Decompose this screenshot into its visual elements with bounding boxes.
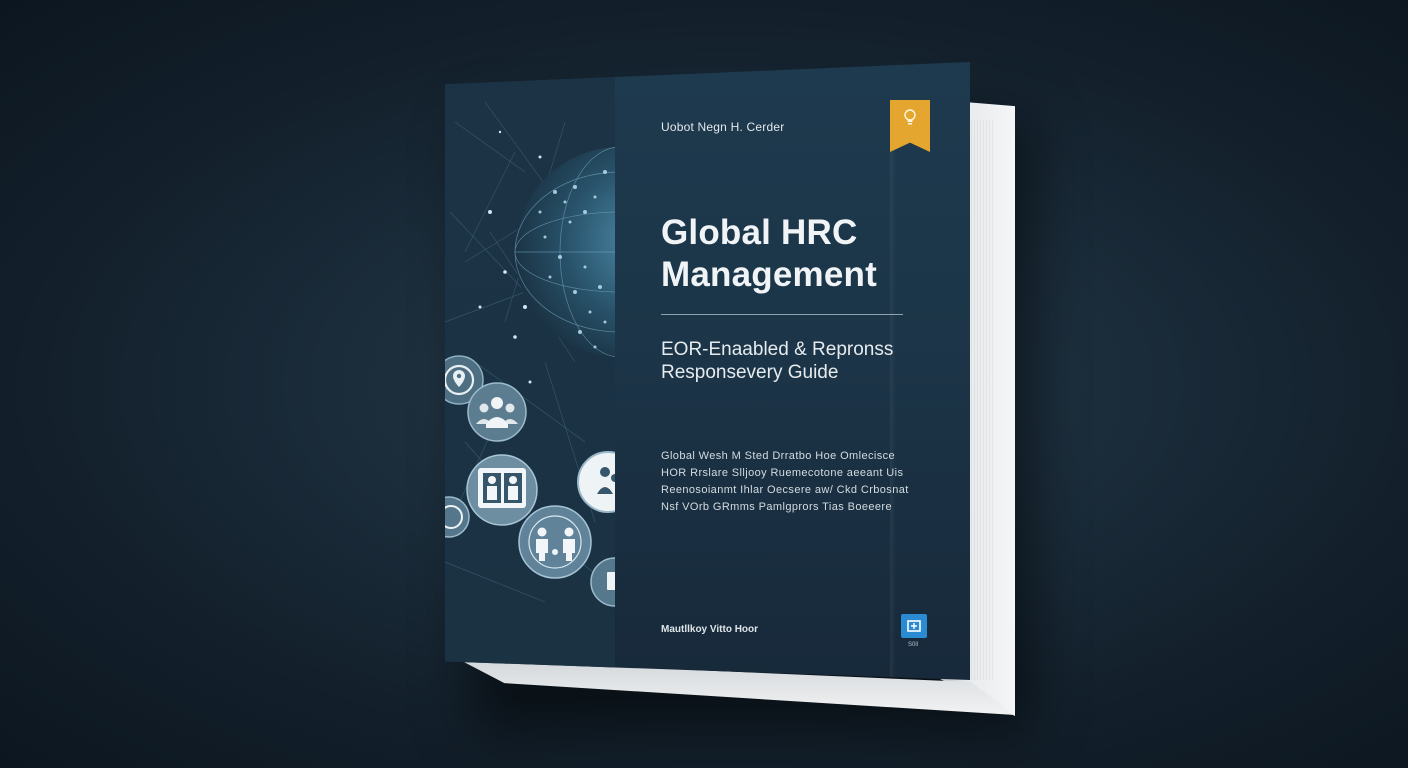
cover-illustration [445,62,615,680]
family-icon [518,505,592,579]
page-edge-lines [968,120,994,680]
family-icon [577,451,615,513]
book-title-line: Management [661,255,877,294]
author-name: Uobot Negn H. Cerder [661,120,785,134]
book-mockup-scene: Uobot Negn H. Cerder Global HRC Manageme… [0,0,1408,768]
publisher-name: Mautllkoy Vitto Hoor [661,624,759,635]
team-icon [467,382,527,442]
blurb-line: HOR Rrslare Slljooy Ruemecotone aeeant U… [661,467,904,479]
publisher-logo-icon [907,620,921,632]
book-title-line: Global HRC [661,213,858,252]
blurb-line: Global Wesh M Sted Drratbo Hoe Omlecisce [661,450,896,462]
book-title: Global HRC Management [661,212,951,296]
book-cover: Uobot Negn H. Cerder Global HRC Manageme… [445,62,970,680]
bookmark-ribbon [890,100,930,152]
blurb-line: Nsf VOrb GRmms Pamlgprors Tias Boeeere [661,501,892,513]
subtitle-line: EOR-Enaabled & Repronss [661,339,894,360]
book-subtitle: EOR-Enaabled & Repronss Responsevery Gui… [661,338,893,384]
person-icon [445,496,470,538]
cover-blurb: Global Wesh M Sted Drratbo Hoe Omlecisce… [661,448,909,516]
publisher-caption: S0ll [908,642,919,648]
blurb-line: Reenosoianmt Ihlar Oecsere aw/ Ckd Crbos… [661,484,909,496]
subtitle-line: Responsevery Guide [661,362,839,383]
globe-network-icon [445,101,615,607]
lightbulb-icon [904,109,916,125]
person-icon [590,557,615,607]
people-frame-icon [466,454,538,526]
publisher-logo [901,614,927,638]
title-divider [661,314,903,315]
